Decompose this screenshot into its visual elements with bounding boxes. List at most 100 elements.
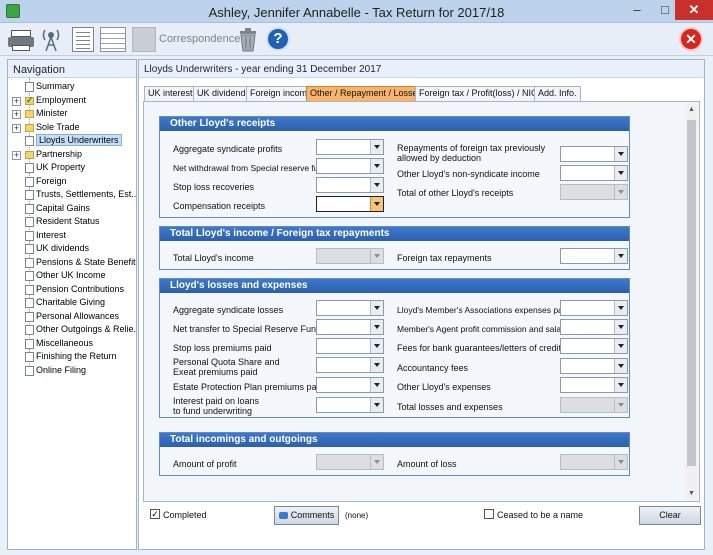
correspondence-icon[interactable] [132,27,156,52]
completed-checkbox[interactable]: ✓ [150,509,160,519]
minimize-button[interactable]: – [623,0,651,20]
members-agent-commission-dropdown[interactable] [560,319,628,335]
nav-item-uk-dividends[interactable]: UK dividends [8,242,136,256]
nav-item-lloyds-underwriters[interactable]: Lloyds Underwriters [8,134,136,148]
bin-icon[interactable] [238,27,258,52]
accountancy-fees-dropdown[interactable] [560,358,628,374]
nav-item-summary[interactable]: Summary [8,80,136,94]
bank-guarantee-fees-dropdown[interactable] [560,338,628,354]
chevron-down-icon[interactable] [614,378,627,392]
stop-loss-premiums-dropdown[interactable] [316,338,384,354]
folder-check-icon [25,94,34,107]
chevron-down-icon[interactable] [614,339,627,353]
clear-button[interactable]: Clear [639,506,701,525]
chevron-down-icon[interactable] [370,301,383,315]
members-associations-dropdown[interactable] [560,300,628,316]
expand-icon[interactable]: + [12,123,21,133]
compensation-receipts-dropdown[interactable] [316,196,384,212]
nav-item-charitable-giving[interactable]: Charitable Giving [8,296,136,310]
nav-item-partnership[interactable]: + Partnership [8,148,136,162]
nav-item-label: Trusts, Settlements, Est... [36,189,136,199]
tab-foreign-tax-profit-loss-nics[interactable]: Foreign tax / Profit(loss) / NICs [415,86,547,101]
nav-item-miscellaneous[interactable]: Miscellaneous [8,337,136,351]
scroll-up-icon[interactable]: ▲ [686,106,697,113]
nav-item-label: Sole Trade [36,121,80,132]
chevron-down-icon[interactable] [370,197,383,211]
chevron-down-icon[interactable] [614,301,627,315]
expand-icon[interactable]: + [12,96,21,106]
nav-item-employment[interactable]: + Employment [8,94,136,107]
nav-item-finishing-the-return[interactable]: Finishing the Return [8,350,136,364]
chevron-down-icon[interactable] [370,178,383,192]
page-icon [25,257,34,268]
aggregate-syndicate-losses-dropdown[interactable] [316,300,384,316]
nav-item-pension-contributions[interactable]: Pension Contributions [8,283,136,297]
antenna-icon[interactable] [40,27,62,52]
nav-item-interest[interactable]: Interest [8,229,136,243]
field-label: Total Lloyd's income [173,253,254,263]
section-title: Total incomings and outgoings [160,433,629,447]
chevron-down-icon[interactable] [370,358,383,372]
nav-item-uk-property[interactable]: UK Property [8,161,136,175]
stop-loss-recoveries-dropdown[interactable] [316,177,384,193]
net-transfer-srf-dropdown[interactable] [316,319,384,335]
page-icon [25,338,34,349]
chevron-down-icon[interactable] [614,320,627,334]
scroll-thumb[interactable] [687,120,696,466]
expand-icon[interactable]: + [12,150,21,160]
nav-item-sole-trade[interactable]: + Sole Trade [8,121,136,135]
chevron-down-icon[interactable] [370,398,383,412]
nav-item-label: Charitable Giving [36,297,106,307]
nav-item-resident-status[interactable]: Resident Status [8,215,136,229]
close-window-button[interactable]: ✕ [675,0,713,20]
foreign-tax-repaid-dropdown[interactable] [560,146,628,162]
non-syndicate-income-dropdown[interactable] [560,165,628,181]
main-pane: Lloyds Underwriters - year ending 31 Dec… [138,59,705,550]
tab-uk-dividends[interactable]: UK dividends [193,86,255,101]
chevron-down-icon[interactable] [370,339,383,353]
chevron-down-icon[interactable] [614,166,627,180]
expand-icon[interactable]: + [12,110,21,119]
exit-icon[interactable]: ✕ [679,27,703,51]
estate-protection-plan-dropdown[interactable] [316,377,384,393]
chevron-down-icon[interactable] [614,359,627,373]
chevron-down-icon[interactable] [370,320,383,334]
table-icon[interactable] [100,27,126,52]
nav-item-pensions-state-benefits[interactable]: Pensions & State Benefits [8,256,136,270]
page-icon [25,271,34,281]
nav-item-online-filing[interactable]: Online Filing [8,364,136,378]
foreign-tax-repayments-dropdown[interactable] [560,248,628,264]
chevron-down-icon[interactable] [614,147,627,161]
vertical-scrollbar[interactable]: ▲ ▼ [686,104,697,499]
tab-other-repayment-losses[interactable]: Other / Repayment / Losses [306,86,427,101]
nav-item-other-uk-income[interactable]: Other UK Income [8,269,136,283]
nav-item-foreign[interactable]: Foreign [8,175,136,189]
chevron-down-icon[interactable] [614,249,627,263]
correspondence-menu[interactable]: Correspondence ▾ [159,32,249,46]
chevron-down-icon[interactable] [370,140,383,154]
page-icon [25,352,34,362]
toolbar: Correspondence ▾ ? ✕ [0,23,713,56]
chevron-down-icon[interactable] [370,159,383,173]
tab-uk-interest[interactable]: UK interest [144,86,197,101]
document-icon[interactable] [72,27,94,52]
nav-item-minister[interactable]: + Minister [8,107,136,121]
nav-item-capital-gains[interactable]: Capital Gains [8,202,136,216]
page-icon [25,163,34,173]
comments-button[interactable]: Comments [274,506,339,525]
ceased-checkbox[interactable] [484,509,494,519]
help-icon[interactable]: ? [266,27,290,51]
aggregate-syndicate-profits-dropdown[interactable] [316,139,384,155]
chevron-down-icon[interactable] [370,378,383,392]
interest-on-loans-dropdown[interactable] [316,397,384,413]
tab-add-info[interactable]: Add. Info. [534,86,581,101]
folder-icon [25,123,34,132]
other-lloyds-expenses-dropdown[interactable] [560,377,628,393]
personal-quota-share-dropdown[interactable] [316,357,384,373]
nav-item-other-outgoings-relie[interactable]: Other Outgoings & Relie... [8,323,136,337]
nav-item-trusts-settlements-est[interactable]: Trusts, Settlements, Est... [8,188,136,202]
scroll-down-icon[interactable]: ▼ [686,490,697,497]
nav-item-personal-allowances[interactable]: Personal Allowances [8,310,136,324]
net-withdrawal-dropdown[interactable] [316,158,384,174]
print-icon[interactable] [8,27,34,52]
